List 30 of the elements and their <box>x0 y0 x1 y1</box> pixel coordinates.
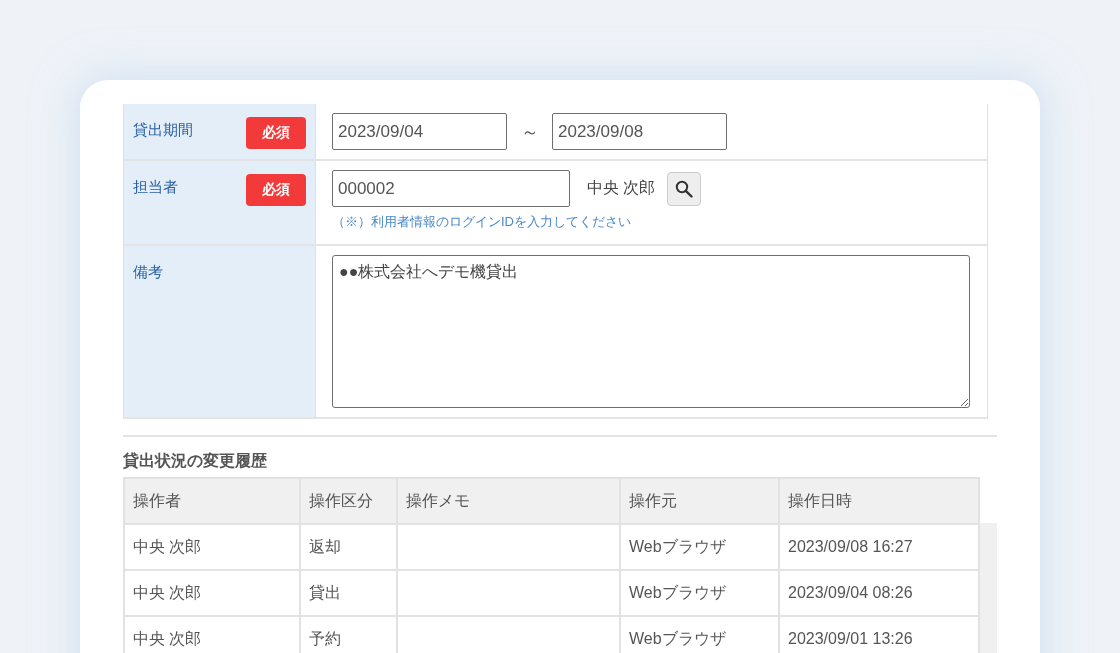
search-button[interactable] <box>667 171 702 206</box>
table-cell: 2023/09/04 08:26 <box>779 570 979 616</box>
table-cell: 中央 次郎 <box>124 570 300 616</box>
table-cell: 2023/09/08 16:27 <box>779 524 979 570</box>
table-cell: 中央 次郎 <box>124 524 300 570</box>
range-separator: ～ <box>519 120 540 144</box>
field-label: 担当者 <box>133 177 178 197</box>
required-badge: 必須 <box>246 174 306 206</box>
date-field[interactable]: 2023/09/04 <box>332 113 507 150</box>
field-label: 貸出期間 <box>133 120 193 140</box>
column-header: 操作日時 <box>779 478 979 524</box>
table-cell: Webブラウザ <box>620 570 779 616</box>
required-badge: 必須 <box>246 117 306 149</box>
table-cell: 返却 <box>300 524 397 570</box>
column-header: 操作区分 <box>300 478 397 524</box>
scrollbar-track[interactable] <box>980 523 997 653</box>
hint-text: （※）利用者情報のログインIDを入力してください <box>332 213 632 231</box>
table-cell: Webブラウザ <box>620 524 779 570</box>
column-header: 操作元 <box>620 478 779 524</box>
table-cell: 貸出 <box>300 570 397 616</box>
column-header: 操作メモ <box>397 478 620 524</box>
date-field[interactable]: 2023/09/08 <box>552 113 727 150</box>
column-header: 操作者 <box>124 478 300 524</box>
remarks-field[interactable]: ●●株式会社へデモ機貸出 <box>332 255 970 408</box>
login-id-field[interactable]: 000002 <box>332 170 570 207</box>
section-heading: 貸出状況の変更履歴 <box>123 451 268 471</box>
search-icon <box>675 179 694 198</box>
table-cell: 中央 次郎 <box>124 616 300 653</box>
user-name: 中央 次郎 <box>587 178 656 198</box>
field-label: 備考 <box>133 262 163 282</box>
